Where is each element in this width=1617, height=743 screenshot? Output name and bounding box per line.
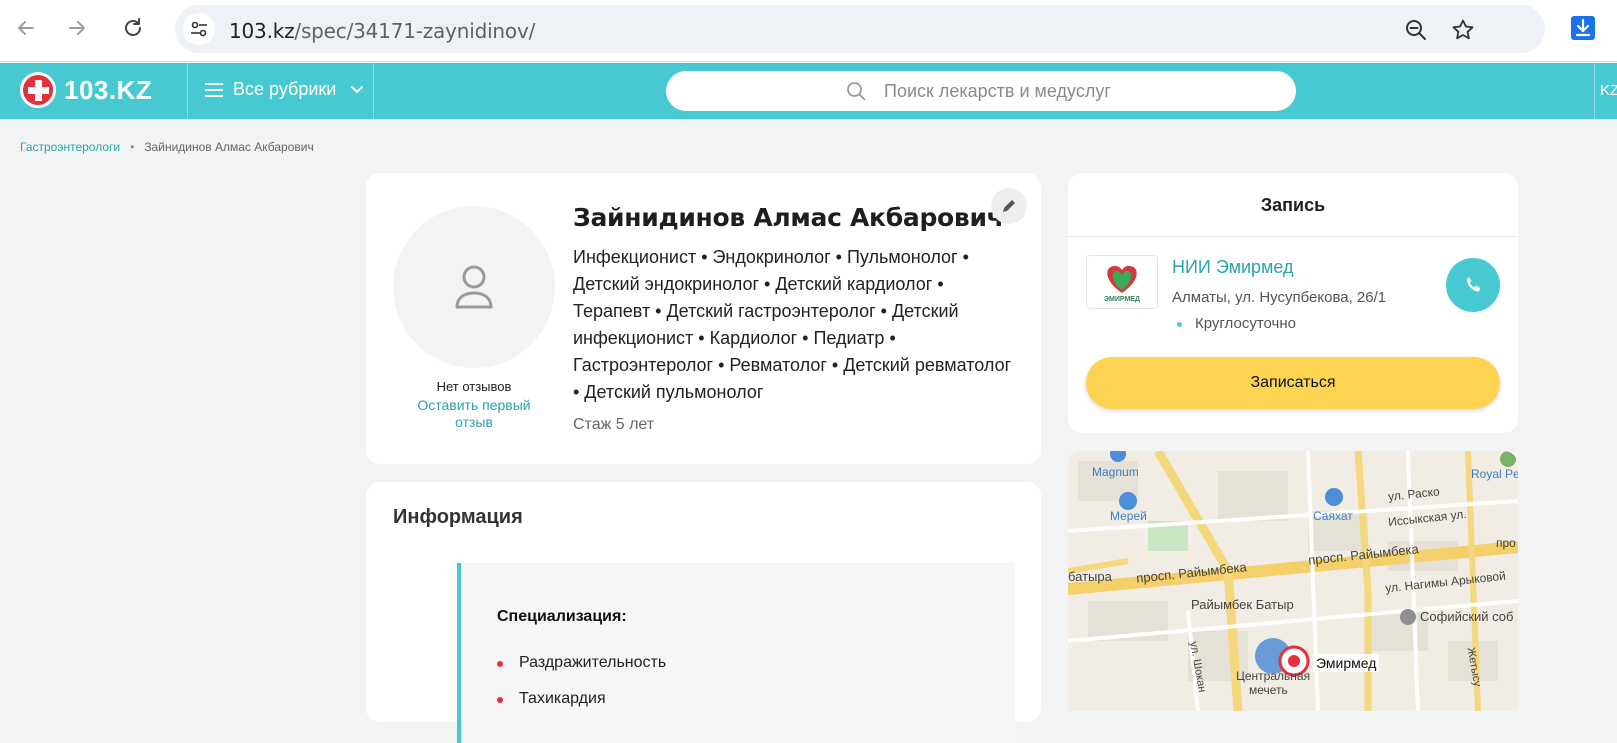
header-divider [187, 63, 188, 119]
specialization-heading: Специализация: [497, 608, 627, 625]
map-label: Саяхат [1313, 509, 1353, 523]
doctor-profile-card: Нет отзывов Оставить первый отзыв Зайнид… [366, 173, 1041, 464]
rubrics-menu-button[interactable]: Все рубрики [205, 79, 364, 100]
list-item: Раздражительность [496, 654, 667, 671]
map-label: батыра [1068, 569, 1112, 584]
edit-button[interactable] [991, 188, 1027, 224]
breadcrumb: Гастроэнтерологи • Зайнидинов Алмас Акба… [20, 140, 314, 154]
forward-button[interactable] [61, 12, 93, 44]
avatar [393, 206, 555, 368]
no-reviews-text: Нет отзывов [436, 379, 512, 394]
phone-icon [1467, 277, 1480, 292]
map-label: Центральная [1236, 669, 1311, 683]
star-icon [1452, 19, 1474, 40]
user-icon [455, 265, 493, 309]
call-button[interactable] [1446, 258, 1500, 312]
map-label: Magnum [1092, 465, 1139, 479]
tune-icon [191, 21, 207, 37]
arrow-right-icon [69, 21, 85, 35]
booking-card: Запись ЭМИРМЕД НИИ Эмирмед Алматы, ул. Н… [1068, 173, 1518, 433]
clinic-logo-text: ЭМИРМЕД [1104, 296, 1140, 303]
breadcrumb-link[interactable]: Гастроэнтерологи [20, 140, 120, 154]
clinic-logo-image: ЭМИРМЕД [1104, 265, 1140, 303]
map-label: Мерей [1110, 509, 1147, 523]
map-label: мечеть [1249, 683, 1288, 697]
chevron-down-icon [351, 85, 364, 93]
download-icon [1571, 16, 1595, 40]
clinic-address: Алматы, ул. Нусупбекова, 26/1 [1172, 289, 1387, 306]
map-label: Софийский соб [1420, 609, 1514, 624]
breadcrumb-current: Зайнидинов Алмас Акбарович [144, 140, 314, 154]
url-host: 103.kz [229, 19, 295, 43]
site-header: 103.KZ Все рубрики Поиск лекарств и меду… [0, 63, 1617, 119]
site-logo[interactable]: 103.KZ [20, 72, 152, 108]
map-label: про [1496, 536, 1516, 550]
bookmark-button[interactable] [1450, 17, 1476, 43]
reload-icon [125, 18, 141, 36]
info-title: Информация [393, 506, 523, 528]
booking-title: Запись [1260, 195, 1326, 215]
map-label: Райымбек Батыр [1191, 597, 1294, 612]
url-text[interactable]: 103.kz/spec/34171-zaynidinov/ [229, 19, 535, 43]
header-divider [1594, 63, 1595, 119]
divider [1068, 236, 1518, 237]
list-item: Тахикардия [497, 690, 606, 707]
header-divider [373, 63, 374, 119]
language-switch[interactable]: KZ [1600, 82, 1617, 99]
search-input[interactable]: Поиск лекарств и медуслуг [666, 71, 1296, 111]
doctor-experience: Стаж 5 лет [573, 416, 655, 433]
rubrics-label: Все рубрики [233, 79, 337, 99]
menu-icon [205, 82, 223, 97]
site-info-button[interactable] [183, 13, 215, 45]
red-cross-icon [20, 72, 56, 108]
pencil-icon [1003, 200, 1015, 212]
breadcrumb-separator: • [130, 140, 135, 154]
browser-toolbar: 103.kz/spec/34171-zaynidinov/ [0, 0, 1617, 62]
logo-text: 103.KZ [64, 74, 153, 105]
reload-button[interactable] [117, 12, 149, 44]
downloads-button[interactable] [1567, 12, 1599, 44]
search-icon [847, 82, 866, 101]
zoom-button[interactable] [1403, 17, 1429, 43]
doctor-specialties: Инфекционист • Эндокринолог • Пульмоноло… [573, 247, 1012, 402]
zoom-out-icon [1406, 20, 1426, 40]
clinic-name-link[interactable]: НИИ Эмирмед [1172, 257, 1294, 278]
leave-review-link[interactable]: Оставить первый отзыв [408, 397, 540, 431]
back-button[interactable] [10, 12, 42, 44]
info-card: Информация Специализация: Раздражительно… [366, 482, 1041, 743]
clinic-hours: Круглосуточно [1177, 315, 1296, 332]
book-appointment-button[interactable]: Записаться [1086, 357, 1500, 409]
doctor-name: Зайнидинов Алмас Акбарович [573, 203, 1004, 232]
search-placeholder: Поиск лекарств и медуслуг [884, 81, 1111, 101]
url-path: /spec/34171-zaynidinov/ [294, 19, 536, 43]
address-bar[interactable]: 103.kz/spec/34171-zaynidinov/ [175, 5, 1545, 53]
map-label: Royal Pe [1471, 467, 1518, 481]
clinic-logo[interactable]: ЭМИРМЕД [1086, 255, 1158, 309]
clinic-map[interactable]: Magnum Royal Pe Мерей Саяхат ул. Раско И… [1068, 451, 1518, 711]
map-marker-label[interactable]: Эмирмед [1313, 654, 1380, 672]
specialization-box: Специализация: Раздражительность Тахикар… [457, 563, 1015, 743]
arrow-left-icon [18, 21, 34, 35]
